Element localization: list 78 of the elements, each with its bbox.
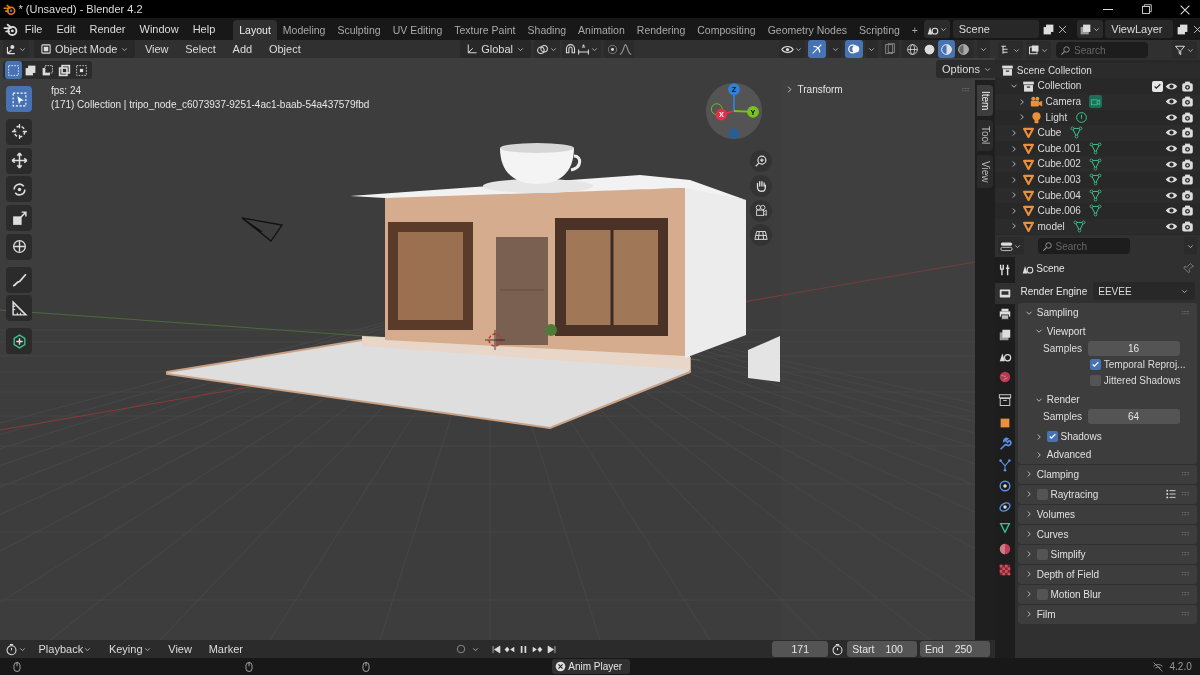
field-label: Samples <box>1042 341 1082 356</box>
checkbox-label[interactable]: Jittered Shadows <box>1090 372 1181 388</box>
tree-item-label[interactable]: Cube.003 <box>1037 171 1081 188</box>
window-title: * (Unsaved) - Blender 4.2 <box>18 1 143 17</box>
anim-player-button[interactable]: Anim Player <box>551 659 631 674</box>
axis-gizmo[interactable]: Z X Y <box>705 82 763 140</box>
current-frame-field[interactable]: 171 <box>772 641 829 657</box>
tree-item-label[interactable]: Cube <box>1037 125 1062 141</box>
search-field[interactable]: Search <box>1037 238 1130 255</box>
sidebar-tab[interactable]: Tool <box>977 120 993 151</box>
number-field[interactable]: 64 <box>1087 409 1180 425</box>
tree-item-label[interactable]: Cube.001 <box>1037 140 1081 157</box>
workspace-tab[interactable]: Geometry Nodes <box>761 20 853 40</box>
panel-header[interactable]: Motion Blur <box>1024 586 1102 602</box>
menu-item[interactable]: Object <box>261 40 308 59</box>
tree-item-label[interactable]: Scene Collection <box>1016 62 1092 79</box>
tree-item-label[interactable]: Cube.006 <box>1037 203 1081 219</box>
panel-header[interactable]: Sampling <box>1024 305 1079 320</box>
workspace-tab[interactable]: Sculpting <box>331 20 387 40</box>
panel-header[interactable]: Shadows <box>1034 429 1102 444</box>
render-engine-dropdown[interactable]: EEVEE <box>1092 282 1195 300</box>
menu-item[interactable]: Playback <box>31 641 100 657</box>
viewport-info-text: (171) Collection | tripo_node_c6073937-9251-4ac1-baab-54a437579fbd <box>51 98 370 112</box>
transform-panel-header[interactable]: Transform <box>783 82 843 97</box>
menu-item[interactable]: View <box>161 641 199 657</box>
workspace-tab[interactable]: Compositing <box>691 20 762 40</box>
tree-item-label[interactable]: Cube.004 <box>1037 187 1081 204</box>
add-workspace-button[interactable]: + <box>905 20 924 40</box>
workspace-tab[interactable]: Rendering <box>630 20 692 40</box>
menu-item[interactable]: File <box>17 19 50 39</box>
panel-header[interactable]: Film <box>1024 606 1056 622</box>
mode-dropdown[interactable]: Object Mode <box>34 40 136 58</box>
version-text: 4.2.0 <box>1169 660 1192 674</box>
sidebar-tab[interactable]: View <box>977 154 993 189</box>
menu-item[interactable]: Render <box>82 19 133 39</box>
panel-header[interactable]: Clamping <box>1024 466 1079 482</box>
panel-header[interactable]: Render <box>1034 392 1080 408</box>
end-frame-field[interactable]: End 250 <box>919 641 990 657</box>
panel-header[interactable]: Curves <box>1024 526 1069 542</box>
panel-header[interactable]: Viewport <box>1034 323 1086 339</box>
orientation-dropdown[interactable]: Global <box>460 40 531 58</box>
panel-header[interactable]: Advanced <box>1034 447 1092 462</box>
menu-item[interactable]: Edit <box>49 19 83 39</box>
panel-header[interactable]: Volumes <box>1024 506 1076 522</box>
view-layer-field[interactable]: ViewLayer <box>1105 20 1174 38</box>
field-label: Samples <box>1042 410 1082 425</box>
workspace-tab[interactable]: Shading <box>521 20 573 40</box>
menu-item[interactable]: Select <box>178 40 223 59</box>
context-label: Scene <box>1036 261 1065 276</box>
menu-item[interactable]: Help <box>185 19 223 39</box>
checkbox-label[interactable]: Temporal Reproj... <box>1090 356 1186 372</box>
panel-header[interactable]: Depth of Field <box>1024 566 1099 582</box>
workspace-tab[interactable]: Texture Paint <box>448 20 522 40</box>
workspace-tab[interactable]: Modeling <box>276 20 332 40</box>
menu-item[interactable]: View <box>137 40 176 59</box>
workspace-tab[interactable]: UV Editing <box>386 20 449 40</box>
fps-text: fps: 24 <box>51 84 83 98</box>
menu-item[interactable]: Keying <box>101 641 159 657</box>
number-field[interactable]: 16 <box>1087 340 1180 356</box>
menu-item[interactable]: Add <box>225 40 260 59</box>
tree-item-label[interactable]: Cube.002 <box>1037 156 1081 172</box>
workspace-tab[interactable]: Scripting <box>853 20 906 40</box>
menu-item[interactable]: Marker <box>201 641 250 657</box>
options-dropdown[interactable]: Options <box>936 60 995 78</box>
scene-field[interactable]: Scene <box>952 20 1039 38</box>
panel-header[interactable]: Raytracing <box>1024 486 1099 502</box>
tree-item-label[interactable]: Collection <box>1037 78 1082 94</box>
workspace-tab[interactable]: Layout <box>233 20 277 40</box>
tree-item-label[interactable]: model <box>1037 218 1065 235</box>
field-label: Render Engine <box>1020 284 1088 299</box>
sidebar-tab[interactable]: Item <box>977 84 993 117</box>
panel-header[interactable]: Simplify <box>1024 546 1086 562</box>
search-field[interactable]: Search <box>1056 42 1148 59</box>
start-frame-field[interactable]: Start 100 <box>846 641 917 657</box>
workspace-tab[interactable]: Animation <box>572 20 631 40</box>
menu-item[interactable]: Window <box>132 19 186 39</box>
tree-item-label[interactable]: Light <box>1045 109 1068 126</box>
tree-item-label[interactable]: Camera <box>1045 93 1082 110</box>
